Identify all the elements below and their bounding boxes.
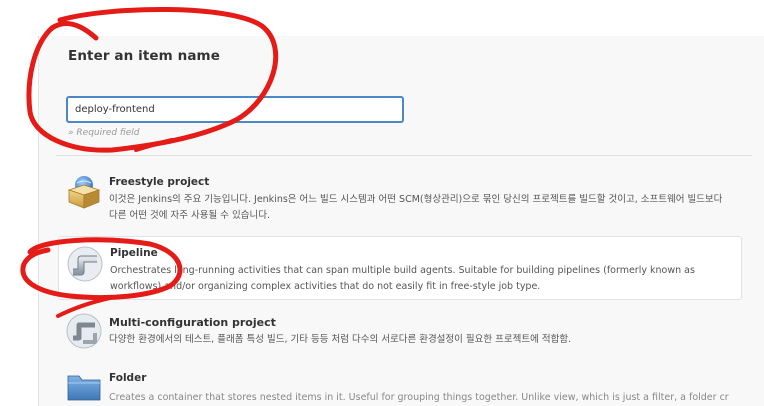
item-type-description: 다양한 환경에서의 테스트, 플래폼 특성 빌드, 기타 등등 처럼 다수의 서… (109, 334, 572, 345)
item-type-description: Orchestrates long-running activities tha… (110, 265, 695, 292)
item-type-title: Pipeline (110, 247, 158, 259)
item-type-freestyle[interactable]: Freestyle project 이것은 Jenkins의 주요 기능입니다.… (58, 168, 742, 228)
top-bar (0, 0, 764, 36)
item-type-title: Multi-configuration project (109, 316, 276, 329)
item-type-pipeline[interactable]: Pipeline Orchestrates long-running activ… (58, 236, 742, 300)
item-name-input[interactable] (66, 96, 404, 123)
freestyle-project-icon (67, 176, 101, 209)
page-title: Enter an item name (68, 48, 220, 64)
folder-icon (67, 375, 101, 401)
multi-configuration-icon (66, 313, 102, 349)
item-type-title: Freestyle project (109, 176, 210, 188)
item-type-multi-configuration[interactable]: Multi-configuration project 다양한 환경에서의 테스… (58, 306, 742, 356)
item-type-folder[interactable]: Folder Creates a container that stores n… (58, 362, 742, 406)
item-type-description: 이것은 Jenkins의 주요 기능입니다. Jenkins은 어느 빌드 시스… (109, 194, 723, 221)
pipeline-icon (67, 246, 103, 282)
item-type-description: Creates a container that stores nested i… (109, 392, 729, 403)
item-type-title: Folder (109, 372, 147, 384)
required-field-hint: » Required field (68, 128, 140, 138)
divider (56, 155, 752, 156)
